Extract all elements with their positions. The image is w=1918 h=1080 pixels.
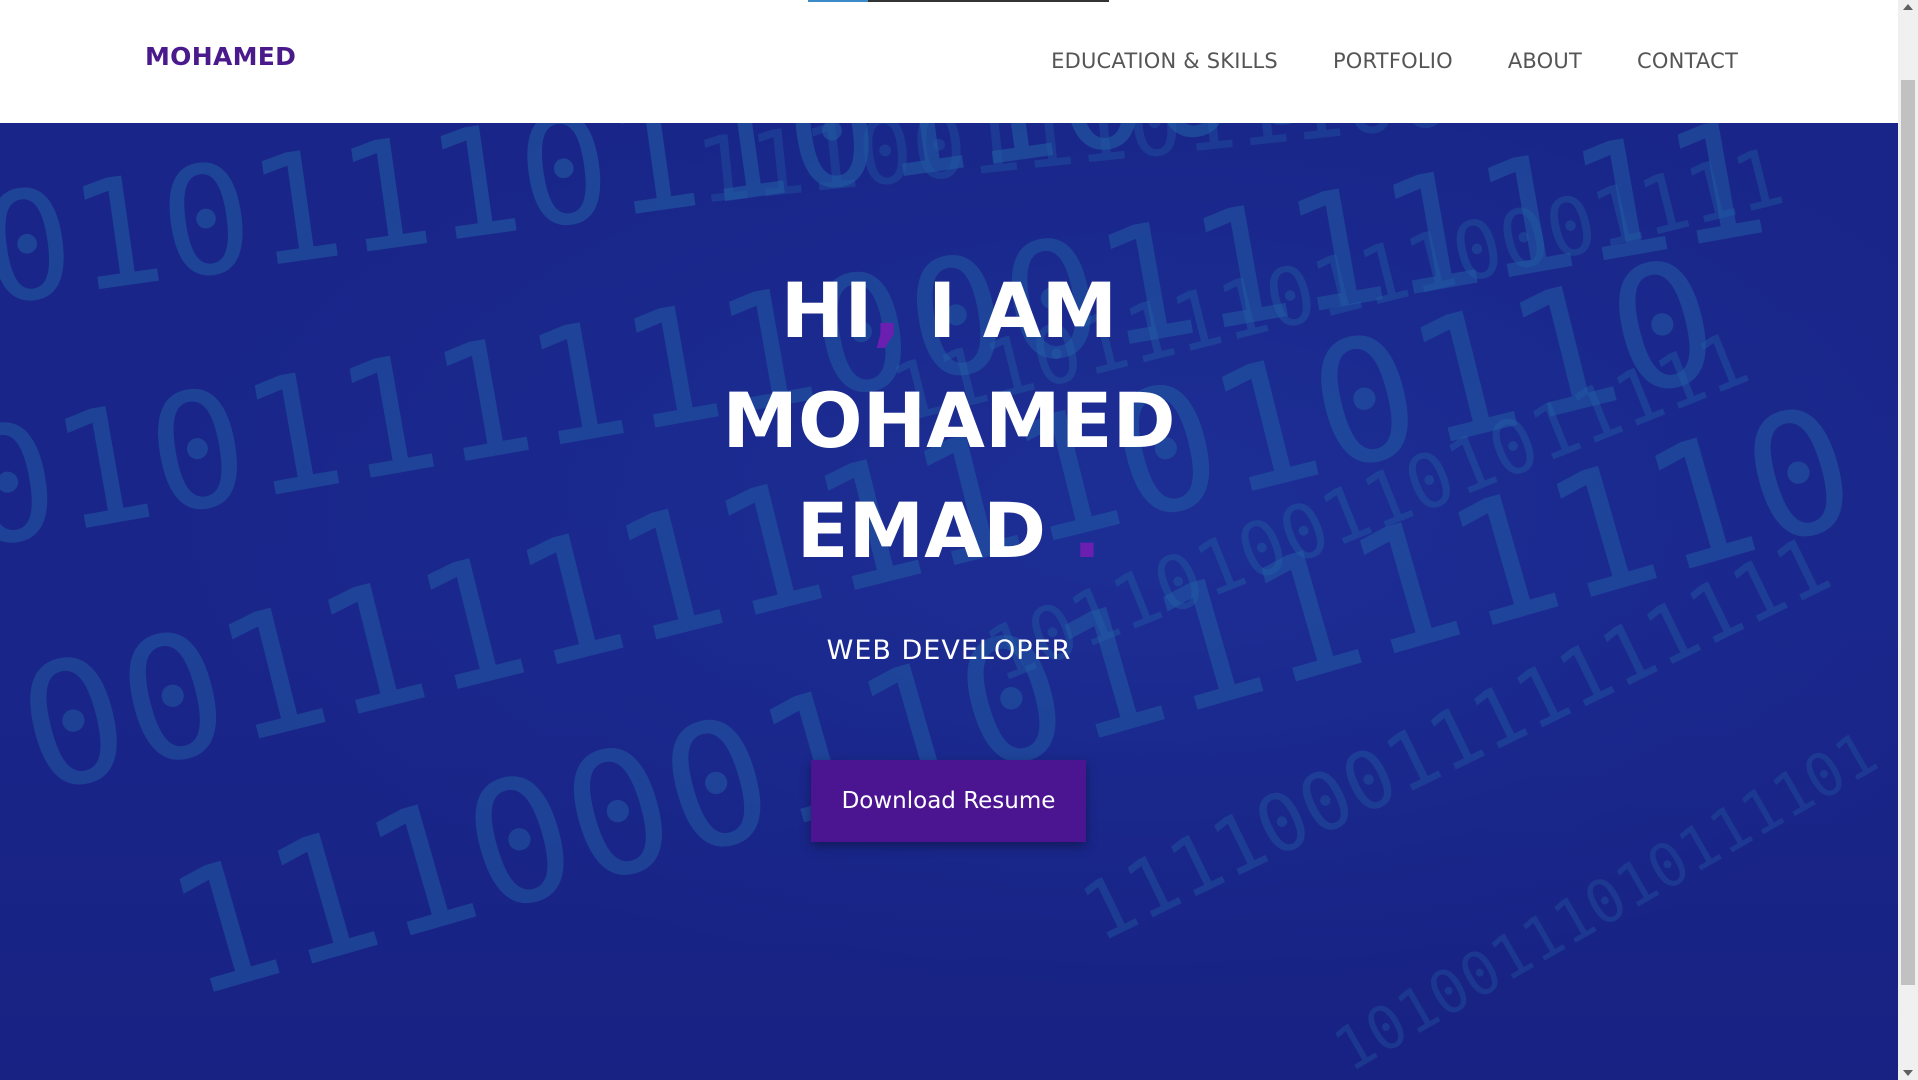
nav-link-education-skills[interactable]: EDUCATION & SKILLS bbox=[1051, 49, 1278, 73]
top-loading-bar-fill bbox=[808, 0, 868, 2]
top-loading-bar bbox=[808, 0, 1109, 2]
hero-dot-accent: . bbox=[1072, 486, 1102, 575]
scroll-down-arrow-icon[interactable] bbox=[1903, 1070, 1913, 1076]
hero-last-name: EMAD bbox=[796, 486, 1047, 575]
hero-title-line-2: MOHAMED bbox=[722, 376, 1176, 465]
nav-link-contact[interactable]: CONTACT bbox=[1637, 49, 1738, 73]
hero-title-line-1: HI, I AM bbox=[0, 273, 1898, 349]
hero-title-line-3: EMAD . bbox=[0, 493, 1898, 569]
nav-link-about[interactable]: ABOUT bbox=[1508, 49, 1582, 73]
navbar: MOHAMED EDUCATION & SKILLS PORTFOLIO ABO… bbox=[0, 0, 1898, 123]
hero-i-am: I AM bbox=[901, 266, 1118, 355]
scrollbar-thumb[interactable] bbox=[1901, 80, 1915, 985]
brand-logo[interactable]: MOHAMED bbox=[145, 42, 296, 71]
hero-section: 01011101101100010111 0101111110001111111… bbox=[0, 123, 1898, 1080]
hero-comma-accent: , bbox=[872, 266, 902, 355]
hero-subtitle: WEB DEVELOPER bbox=[826, 635, 1072, 666]
page-scrollbar[interactable] bbox=[1898, 0, 1918, 1080]
nav-link-portfolio[interactable]: PORTFOLIO bbox=[1333, 49, 1453, 73]
hero-greeting: HI bbox=[780, 266, 873, 355]
page: MOHAMED EDUCATION & SKILLS PORTFOLIO ABO… bbox=[0, 0, 1898, 1080]
nav-links: EDUCATION & SKILLS PORTFOLIO ABOUT CONTA… bbox=[1051, 49, 1738, 73]
scroll-up-arrow-icon[interactable] bbox=[1903, 4, 1913, 10]
download-resume-button[interactable]: Download Resume bbox=[811, 760, 1086, 842]
